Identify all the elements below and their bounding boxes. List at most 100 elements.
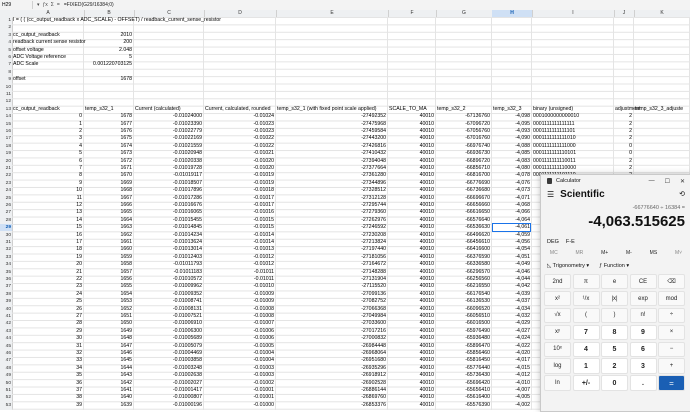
table-cell[interactable]: 40010 — [389, 313, 434, 320]
table-cell[interactable]: -26853376 — [277, 402, 386, 409]
table-cell[interactable]: 1668 — [85, 187, 132, 194]
table-cell[interactable]: 40010 — [389, 143, 434, 150]
table-cell[interactable]: 1663 — [85, 224, 132, 231]
table-cell[interactable]: -0.01000807 — [135, 394, 202, 401]
table-cell[interactable]: 11 — [13, 195, 82, 202]
column-header-f[interactable]: F — [388, 10, 437, 17]
table-cell[interactable]: 1678 — [85, 113, 132, 120]
table-cell[interactable]: -0.01007521 — [135, 313, 202, 320]
table-cell[interactable]: -4,085 — [493, 150, 530, 157]
table-cell[interactable]: 4 — [13, 143, 82, 150]
table-cell[interactable]: -27017216 — [277, 328, 386, 335]
row-header[interactable]: 38 — [0, 291, 12, 298]
function-dropdown[interactable]: ƒ Function ▾ — [599, 263, 629, 269]
sum-icon[interactable]: Σ — [51, 2, 54, 8]
table-header[interactable]: Current, calculated, rounded — [205, 106, 274, 113]
table-cell[interactable]: 33 — [13, 357, 82, 364]
column-header-g[interactable]: G — [436, 10, 493, 17]
table-cell[interactable]: -4,034 — [493, 306, 530, 313]
row-header[interactable]: 52 — [0, 394, 12, 401]
table-cell[interactable]: -27361280 — [277, 172, 386, 179]
history-icon[interactable]: ⟲ — [679, 190, 685, 198]
calc-key[interactable]: 1 — [572, 358, 600, 374]
column-header-j[interactable]: J — [614, 10, 635, 17]
table-cell[interactable]: 40010 — [389, 298, 434, 305]
calc-key[interactable]: 0 — [601, 375, 628, 391]
table-cell[interactable]: 2 — [615, 165, 632, 172]
name-box[interactable]: H29 — [1, 1, 33, 9]
table-cell[interactable]: 23 — [13, 283, 82, 290]
table-cell[interactable]: -0.01007 — [205, 320, 274, 327]
table-cell[interactable]: -66656660 — [437, 202, 490, 209]
table-cell[interactable]: 1665 — [85, 209, 132, 216]
calc-key[interactable]: 4 — [572, 341, 600, 357]
row-header[interactable]: 35 — [0, 269, 12, 276]
table-cell[interactable]: -4,088 — [493, 143, 530, 150]
table-cell[interactable]: 28 — [13, 320, 82, 327]
table-cell[interactable]: -0.01003 — [205, 365, 274, 372]
table-cell[interactable]: -0.01023 — [205, 128, 274, 135]
column-header-a[interactable]: A — [12, 10, 85, 17]
table-cell[interactable]: -4,027 — [493, 328, 530, 335]
table-cell[interactable]: 40010 — [389, 365, 434, 372]
table-cell[interactable]: 1647 — [85, 343, 132, 350]
table-header[interactable]: cc_output_readback — [13, 106, 82, 113]
row-header[interactable]: 33 — [0, 254, 12, 261]
table-cell[interactable]: -0.01001417 — [135, 387, 202, 394]
table-cell[interactable]: -27328512 — [277, 187, 386, 194]
row-header[interactable]: 34 — [0, 261, 12, 268]
table-cell[interactable]: -0.01008131 — [135, 306, 202, 313]
column-header-h[interactable]: H — [492, 10, 533, 17]
table-cell[interactable]: -0.01020338 — [135, 158, 202, 165]
table-cell[interactable]: -0.01017286 — [135, 195, 202, 202]
row-header[interactable]: 8 — [0, 69, 12, 76]
table-cell[interactable]: 31 — [13, 343, 82, 350]
table-cell[interactable]: 40010 — [389, 320, 434, 327]
calc-key[interactable]: +/- — [572, 375, 600, 391]
table-cell[interactable]: 26 — [13, 306, 82, 313]
row-header[interactable]: 13 — [0, 106, 12, 113]
table-cell[interactable]: 25 — [13, 298, 82, 305]
table-cell[interactable]: 1675 — [85, 135, 132, 142]
row-header[interactable]: 15 — [0, 121, 12, 128]
calc-key[interactable]: 6 — [629, 341, 657, 357]
table-header[interactable]: temp_s32_2 — [437, 106, 490, 113]
table-cell[interactable]: 10 — [13, 187, 82, 194]
table-cell[interactable]: 0001111111110101 — [533, 150, 612, 157]
row-header[interactable]: 41 — [0, 313, 12, 320]
table-cell[interactable]: -27279360 — [277, 209, 386, 216]
table-cell[interactable]: -0.01019117 — [135, 172, 202, 179]
table-cell[interactable]: -4,073 — [493, 187, 530, 194]
table-cell[interactable]: 1642 — [85, 380, 132, 387]
table-cell[interactable]: -65896470 — [437, 343, 490, 350]
table-cell[interactable]: -4,037 — [493, 298, 530, 305]
table-cell[interactable]: 1656 — [85, 276, 132, 283]
table-cell[interactable]: 1654 — [85, 291, 132, 298]
row-header[interactable]: 29 — [0, 224, 12, 232]
table-cell[interactable]: -0.01001 — [205, 387, 274, 394]
table-cell[interactable]: -0.01008 — [205, 306, 274, 313]
table-cell[interactable]: -0.01005689 — [135, 335, 202, 342]
table-cell[interactable]: -0.01002027 — [135, 380, 202, 387]
table-cell[interactable]: -4,095 — [493, 121, 530, 128]
column-header-b[interactable]: B — [84, 10, 135, 17]
table-cell[interactable]: 40010 — [389, 172, 434, 179]
table-cell[interactable]: -4,002 — [493, 402, 530, 409]
row-header[interactable]: 46 — [0, 350, 12, 357]
calc-key[interactable]: + — [658, 358, 685, 374]
row-header[interactable]: 49 — [0, 372, 12, 379]
table-cell[interactable]: 37 — [13, 387, 82, 394]
table-cell[interactable]: -0.01019 — [205, 180, 274, 187]
table-cell[interactable]: -0.01016065 — [135, 209, 202, 216]
row-header[interactable]: 53 — [0, 402, 12, 409]
table-cell[interactable]: 40010 — [389, 202, 434, 209]
table-cell[interactable]: -4,076 — [493, 180, 530, 187]
table-cell[interactable]: -4,083 — [493, 158, 530, 165]
table-cell[interactable]: -4,061 — [492, 223, 531, 233]
table-cell[interactable]: -26918912 — [277, 372, 386, 379]
table-cell[interactable]: 40010 — [389, 372, 434, 379]
calc-key[interactable]: 3 — [629, 358, 657, 374]
table-cell[interactable]: -27394048 — [277, 158, 386, 165]
memory-button[interactable]: MC — [550, 250, 558, 256]
deg-button[interactable]: DEG — [547, 239, 559, 245]
